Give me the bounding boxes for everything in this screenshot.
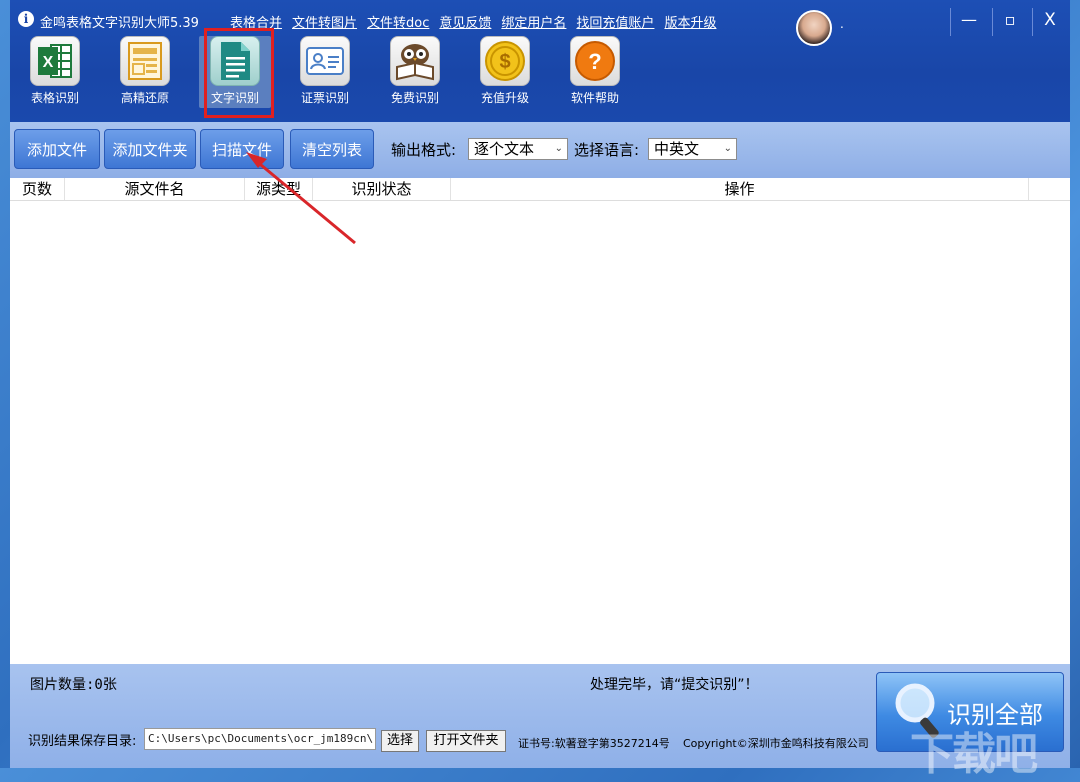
svg-text:X: X [43, 54, 54, 71]
tool-recharge-upgrade[interactable]: $ 充值升级 [469, 36, 541, 108]
menu-file-to-doc[interactable]: 文件转doc [367, 12, 429, 31]
file-toolbar: 添加文件 添加文件夹 扫描文件 清空列表 输出格式: 逐个文本 ⌄ 选择语言: … [10, 122, 1070, 178]
menu-feedback[interactable]: 意见反馈 [439, 12, 491, 31]
excel-icon: X [30, 36, 80, 86]
output-format-label: 输出格式: [391, 141, 457, 159]
output-format-value: 逐个文本 [474, 140, 535, 158]
tool-label: 软件帮助 [570, 91, 619, 105]
column-actions: 操作 [451, 178, 1029, 200]
open-folder-button[interactable]: 打开文件夹 [426, 730, 506, 752]
app-logo-icon: i [18, 11, 34, 27]
title-separator [950, 8, 951, 36]
tool-label: 证票识别 [300, 91, 349, 105]
column-page-count: 页数 [10, 178, 65, 200]
tool-label: 充值升级 [480, 91, 529, 105]
top-menu: 表格合并 文件转图片 文件转doc 意见反馈 绑定用户名 找回充值账户 版本升级 [230, 12, 716, 31]
output-format-select[interactable]: 逐个文本 ⌄ [468, 138, 568, 160]
tool-label: 表格识别 [30, 91, 79, 105]
column-source-type: 源类型 [245, 178, 313, 200]
svg-text:$: $ [499, 51, 510, 73]
file-list-table: 页数 源文件名 源类型 识别状态 操作 [10, 178, 1070, 664]
app-window: i 金鸣表格文字识别大师5.39 表格合并 文件转图片 文件转doc 意见反馈 … [10, 0, 1070, 768]
title-bar: i 金鸣表格文字识别大师5.39 表格合并 文件转图片 文件转doc 意见反馈 … [10, 0, 1070, 122]
menu-file-to-image[interactable]: 文件转图片 [292, 12, 357, 31]
language-select[interactable]: 中英文 ⌄ [648, 138, 737, 160]
coin-dollar-icon: $ [480, 36, 530, 86]
choose-dir-button[interactable]: 选择 [381, 730, 419, 752]
chevron-down-icon: ⌄ [554, 143, 563, 154]
scan-file-button[interactable]: 扫描文件 [200, 129, 284, 169]
column-ocr-status: 识别状态 [313, 178, 451, 200]
tool-id-ticket-ocr[interactable]: 证票识别 [289, 36, 361, 108]
add-file-button[interactable]: 添加文件 [14, 129, 100, 169]
menu-bind-username[interactable]: 绑定用户名 [501, 12, 566, 31]
save-dir-field[interactable]: C:\Users\pc\Documents\ocr_jm189cn\ [144, 728, 376, 750]
column-source-file-name: 源文件名 [65, 178, 245, 200]
tool-table-ocr[interactable]: X 表格识别 [19, 36, 91, 108]
tool-label: 高精还原 [120, 91, 169, 105]
tool-high-precision-restore[interactable]: 高精还原 [109, 36, 181, 108]
certificate-number: 证书号:软著登字第3527214号 [518, 737, 670, 750]
table-header: 页数 源文件名 源类型 识别状态 操作 [10, 178, 1070, 201]
reading-owl-icon [390, 36, 440, 86]
watermark: 下载吧 [910, 729, 1038, 780]
maximize-button[interactable]: ▫ [993, 10, 1027, 29]
app-title: 金鸣表格文字识别大师5.39 [40, 16, 199, 31]
menu-recover-account[interactable]: 找回充值账户 [576, 12, 654, 31]
clear-list-button[interactable]: 清空列表 [290, 129, 374, 169]
add-folder-button[interactable]: 添加文件夹 [104, 129, 196, 169]
highlight-box [204, 28, 274, 118]
chevron-down-icon: ⌄ [723, 143, 732, 154]
menu-version-upgrade[interactable]: 版本升级 [664, 12, 716, 31]
language-value: 中英文 [654, 140, 700, 158]
minimize-button[interactable]: — [952, 10, 986, 29]
status-message: 处理完毕，请“提交识别”！ [590, 677, 759, 693]
id-card-icon [300, 36, 350, 86]
help-question-icon: ? [570, 36, 620, 86]
language-label: 选择语言: [574, 141, 640, 159]
tool-free-ocr[interactable]: 免费识别 [379, 36, 451, 108]
tool-software-help[interactable]: ? 软件帮助 [559, 36, 631, 108]
user-avatar[interactable] [796, 10, 832, 46]
close-button[interactable]: X [1033, 10, 1067, 30]
layout-restore-icon [120, 36, 170, 86]
save-dir-label: 识别结果保存目录: [28, 734, 137, 749]
image-count: 图片数量:0张 [30, 677, 117, 693]
copyright: Copyright©深圳市金鸣科技有限公司 [683, 737, 869, 750]
svg-text:?: ? [588, 49, 601, 74]
tool-label: 免费识别 [390, 91, 439, 105]
user-name[interactable]: . [840, 17, 844, 31]
